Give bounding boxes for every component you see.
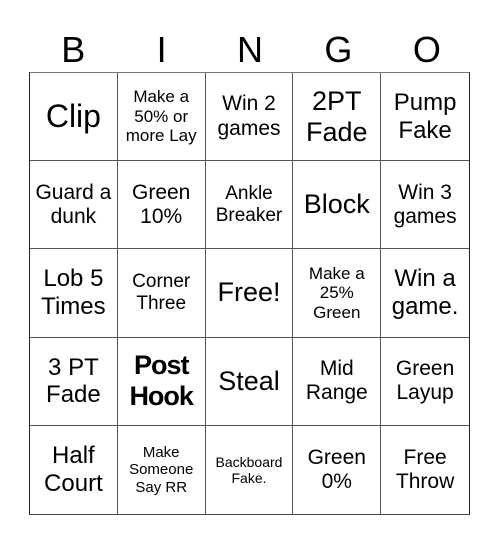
bingo-header: B I N G O [29, 28, 471, 72]
bingo-cell[interactable]: Make a 25% Green [293, 249, 382, 338]
bingo-cell[interactable]: Win 2 games [205, 73, 294, 162]
header-letter-i: I [156, 29, 167, 70]
bingo-cell[interactable]: Green Layup [381, 338, 469, 426]
bingo-cell[interactable]: Clip [30, 73, 118, 162]
free-space-cell[interactable]: Free! [205, 249, 294, 338]
bingo-cell[interactable]: Mid Range [293, 337, 382, 426]
bingo-cell[interactable]: Win 3 games [381, 161, 469, 250]
bingo-cell[interactable]: Green 0% [293, 425, 382, 514]
bingo-cell[interactable]: Corner Three [117, 249, 206, 338]
bingo-cell[interactable]: Green 10% [117, 161, 206, 250]
header-letter-o: O [412, 29, 441, 70]
header-letter-n: N [237, 29, 264, 70]
bingo-cell[interactable]: Guard a dunk [30, 161, 118, 250]
bingo-cell[interactable]: Free Throw [381, 426, 469, 514]
bingo-cell[interactable]: Make a 50% or more Lay [117, 73, 206, 162]
bingo-cell[interactable]: Block [293, 161, 382, 250]
header-letter-b: B [61, 29, 86, 70]
bingo-cell[interactable]: Win a game. [381, 249, 469, 338]
bingo-cell[interactable]: 3 PT Fade [30, 337, 118, 426]
header-letter-g: G [324, 29, 353, 70]
bingo-cell[interactable]: 2PT Fade [293, 73, 382, 162]
bingo-cell[interactable]: Lob 5 Times [30, 249, 118, 338]
bingo-cell[interactable]: Half Court [30, 425, 118, 514]
bingo-cell[interactable]: Post Hook [117, 337, 206, 426]
bingo-cell[interactable]: Steal [205, 337, 294, 426]
bingo-cell[interactable]: Make Someone Say RR [118, 425, 206, 514]
bingo-cell[interactable]: Ankle Breaker [205, 161, 294, 250]
bingo-grid: Clip Make a 50% or more Lay Win 2 games … [29, 72, 470, 515]
bingo-cell[interactable]: Pump Fake [381, 73, 469, 162]
bingo-cell[interactable]: Backboard Fake. [206, 425, 294, 514]
